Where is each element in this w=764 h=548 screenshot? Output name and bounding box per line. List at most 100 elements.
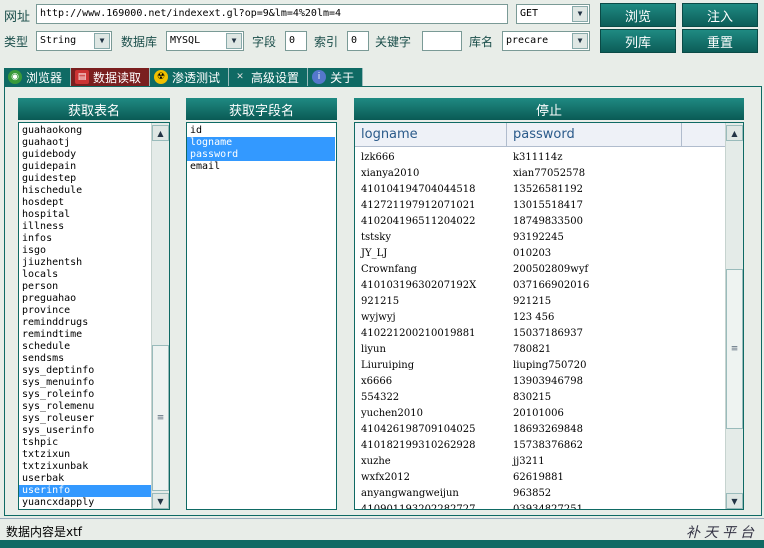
table-list-item[interactable]: guahaokong [19,125,151,137]
table-list-item[interactable]: txtzixunbak [19,461,151,473]
scroll-thumb[interactable]: ≡ [152,345,169,491]
tab-advanced[interactable]: ✕ 高级设置 [229,68,309,86]
table-list-item[interactable]: remindtime [19,329,151,341]
table-list-item[interactable]: infos [19,233,151,245]
table-list-item[interactable]: hischedule [19,185,151,197]
table-list-item[interactable]: locals [19,269,151,281]
table-list-item[interactable]: userbak [19,473,151,485]
table-list-item[interactable]: userinfo [19,485,151,497]
field-list-item[interactable]: password [187,149,335,161]
table-list-item[interactable]: schedule [19,341,151,353]
table-row[interactable]: 410104194704044518 13526581192 [355,181,743,197]
dbname-select[interactable]: precare ▼ [502,31,590,51]
browse-button[interactable]: 浏览 [600,3,676,27]
tables-scrollbar[interactable]: ▲ ≡ ▼ [151,123,169,509]
chevron-down-icon: ▼ [572,6,588,22]
table-row[interactable]: liyun 780821 [355,341,743,357]
reset-button[interactable]: 重置 [682,29,758,53]
method-value: GET [520,8,539,19]
tables-list[interactable]: guahaokong guahaotj guidebody guidepain guid… [18,122,170,510]
table-row[interactable]: 410182199310262928 15738376862 [355,437,743,453]
table-row[interactable]: JY_LJ 010203 [355,245,743,261]
table-list-item[interactable]: yuancxdapply [19,497,151,509]
table-list-item[interactable]: tshpic [19,437,151,449]
chevron-up-icon[interactable]: ▲ [152,125,169,141]
column-header-password[interactable]: password [507,123,682,146]
field-list-item[interactable]: logname [187,137,335,149]
table-list-item[interactable]: sys_roleuser [19,413,151,425]
keyword-input[interactable] [422,31,462,51]
data-scrollbar[interactable]: ▲ ≡ ▼ [725,123,743,509]
column-header-logname[interactable]: logname [355,123,507,146]
tables-panel-header[interactable]: 获取表名 [18,98,170,120]
table-list-item[interactable]: isgo [19,245,151,257]
stop-button[interactable]: 停止 [354,98,744,120]
table-list-item[interactable]: guahaotj [19,137,151,149]
chevron-up-icon[interactable]: ▲ [726,125,743,141]
table-list-item[interactable]: sys_roleinfo [19,389,151,401]
table-list-item[interactable]: guidebody [19,149,151,161]
table-list-item[interactable]: preguahao [19,293,151,305]
field-list-item[interactable]: email [187,161,335,173]
tab-about[interactable]: i 关于 [308,68,364,86]
table-list-item[interactable]: guidepain [19,161,151,173]
table-row[interactable]: tstsky 93192245 [355,229,743,245]
table-list-item[interactable]: guidestep [19,173,151,185]
table-row[interactable]: 554322 830215 [355,389,743,405]
table-row[interactable]: x6666 13903946798 [355,373,743,389]
table-row[interactable]: 410221200210019881 15037186937 [355,325,743,341]
table-list-item[interactable]: sendsms [19,353,151,365]
table-row[interactable]: Crownfang 200502809wyf [355,261,743,277]
fields-panel-header[interactable]: 获取字段名 [186,98,337,120]
url-input[interactable]: http://www.169000.net/indexext.gl?op=9&l… [36,4,508,24]
field-list-item[interactable]: id [187,125,335,137]
cell-logname: 410204196511204022 [361,215,476,227]
inject-button[interactable]: 注入 [682,3,758,27]
table-row[interactable]: anyangwangweijun 963852 [355,485,743,501]
tab-data-read[interactable]: ▤ 数据读取 [71,68,151,86]
table-list-item[interactable]: sys_deptinfo [19,365,151,377]
table-row[interactable]: wyjwyj 123 456 [355,309,743,325]
scroll-thumb[interactable]: ≡ [726,269,743,429]
cell-password: 13015518417 [513,199,583,211]
table-list-item[interactable]: province [19,305,151,317]
table-list-item[interactable]: sys_userinfo [19,425,151,437]
table-row[interactable]: 410426198709104025 18693269848 [355,421,743,437]
table-list-item[interactable]: hospital [19,209,151,221]
table-list-item[interactable]: sys_menuinfo [19,377,151,389]
field-label: 字段 [252,35,277,49]
chevron-down-icon[interactable]: ▼ [726,493,743,509]
database-icon: ▤ [75,70,90,84]
field-input[interactable]: 0 [285,31,307,51]
table-list-item[interactable]: person [19,281,151,293]
bottom-bar [0,540,764,548]
table-row[interactable]: xuzhe jj3211 [355,453,743,469]
table-list-item[interactable]: hosdept [19,197,151,209]
table-list-item[interactable]: sys_rolemenu [19,401,151,413]
table-row[interactable]: 410204196511204022 18749833500 [355,213,743,229]
list-db-button[interactable]: 列库 [600,29,676,53]
table-list-item[interactable]: jiuzhentsh [19,257,151,269]
table-row[interactable]: 410901193202282727 03934827251 [355,501,743,510]
tab-pentest[interactable]: ☢ 渗透测试 [150,68,230,86]
table-row[interactable]: 921215 921215 [355,293,743,309]
method-select[interactable]: GET ▼ [516,4,590,24]
tab-bar: ◉ 浏览器 ▤ 数据读取 ☢ 渗透测试 ✕ 高级设置 i 关于 [4,68,364,86]
data-grid[interactable]: logname password lzk666 k311114z xianya201… [354,122,744,510]
table-row[interactable]: lzk666 k311114z [355,149,743,165]
type-select[interactable]: String ▼ [36,31,112,51]
index-input[interactable]: 0 [347,31,369,51]
table-row[interactable]: 41010319630207192X 037166902016 [355,277,743,293]
table-row[interactable]: Liuruiping liuping750720 [355,357,743,373]
chevron-down-icon[interactable]: ▼ [152,493,169,509]
table-row[interactable]: xianya2010 xian77052578 [355,165,743,181]
table-list-item[interactable]: reminddrugs [19,317,151,329]
fields-list[interactable]: id logname password email [186,122,337,510]
table-row[interactable]: wxfx2012 62619881 [355,469,743,485]
table-row[interactable]: 412721197912071021 13015518417 [355,197,743,213]
tab-browser[interactable]: ◉ 浏览器 [4,68,72,86]
table-list-item[interactable]: txtzixun [19,449,151,461]
db-select[interactable]: MYSQL ▼ [166,31,244,51]
table-list-item[interactable]: illness [19,221,151,233]
table-row[interactable]: yuchen2010 20101006 [355,405,743,421]
